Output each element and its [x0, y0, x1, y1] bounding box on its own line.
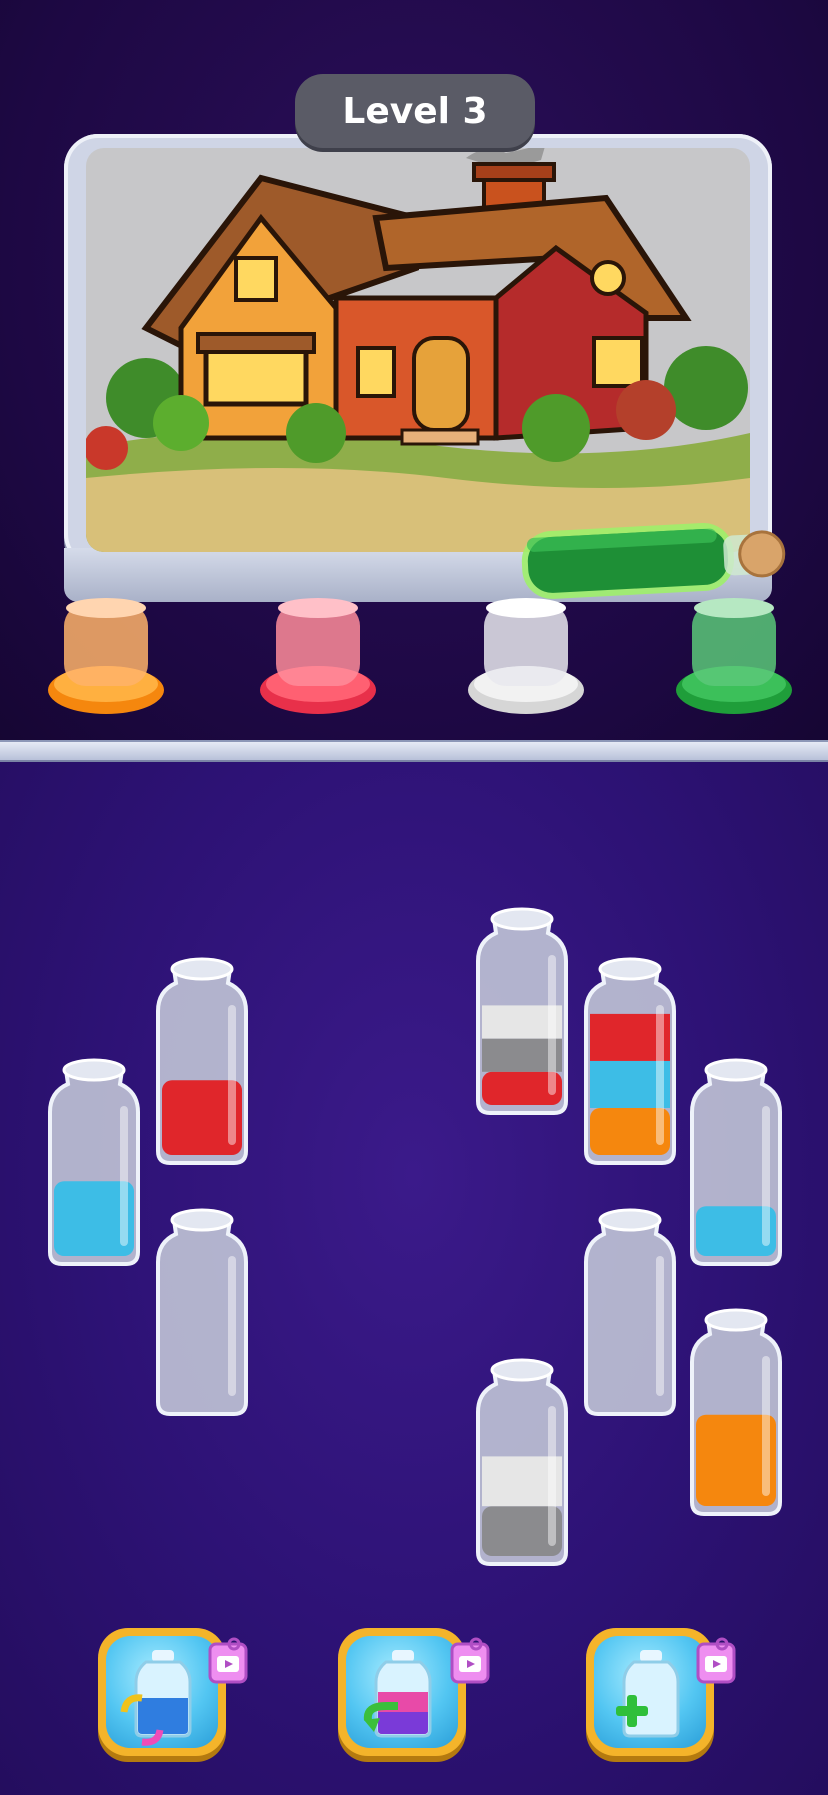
level-title: Level 3 — [295, 74, 535, 148]
tube-glass — [156, 957, 248, 1165]
tube-7[interactable] — [688, 1056, 784, 1268]
tube-glass — [690, 1308, 782, 1516]
add-bottle-icon — [616, 1650, 680, 1738]
color-pot-green — [674, 594, 794, 720]
tube-glass — [476, 907, 568, 1115]
tube-5[interactable] — [582, 955, 678, 1167]
tube-1[interactable] — [46, 1056, 142, 1268]
pot-white-icon — [468, 598, 584, 714]
tube-4[interactable] — [474, 905, 570, 1117]
undo-button[interactable] — [338, 1628, 466, 1756]
tube-6[interactable] — [582, 1206, 678, 1418]
sand-painting-house — [86, 148, 750, 552]
tube-glass — [48, 1058, 140, 1266]
tube-8[interactable] — [474, 1356, 570, 1568]
tube-glass — [156, 1208, 248, 1416]
tube-3[interactable] — [154, 1206, 250, 1418]
tube-glass — [690, 1058, 782, 1266]
video-ad-icon — [208, 1637, 248, 1684]
tube-glass — [584, 1208, 676, 1416]
undo-bottle-icon — [363, 1650, 432, 1738]
tube-9[interactable] — [688, 1306, 784, 1518]
tube-glass — [584, 957, 676, 1165]
pot-orange-icon — [48, 598, 164, 714]
pot-green-icon — [676, 598, 792, 714]
house-illustration — [86, 148, 750, 552]
video-ad-icon — [696, 1637, 736, 1684]
tube-glass — [476, 1358, 568, 1566]
shuffle-bottle-icon — [120, 1650, 192, 1746]
pot-pink-icon — [260, 598, 376, 714]
color-pot-orange — [46, 594, 166, 720]
tube-2[interactable] — [154, 955, 250, 1167]
video-ad-icon — [450, 1637, 490, 1684]
color-pot-pink — [258, 594, 378, 720]
color-pot-white — [466, 594, 586, 720]
panel-divider — [0, 740, 828, 762]
